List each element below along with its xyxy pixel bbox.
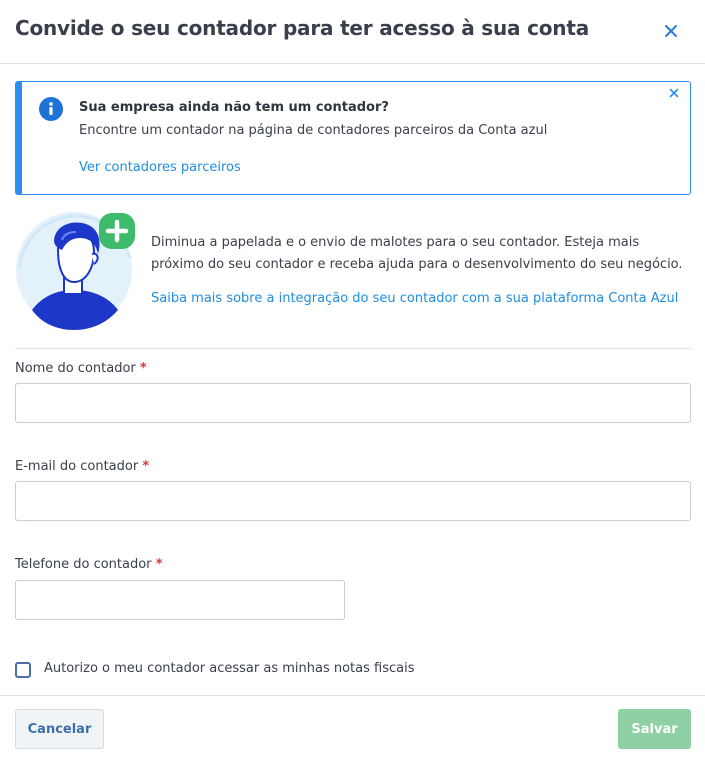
accountant-email-input[interactable] [15, 481, 691, 521]
accountant-name-input[interactable] [15, 383, 691, 423]
invoice-access-checkbox[interactable] [15, 662, 31, 678]
cancel-button[interactable]: Cancelar [15, 709, 104, 749]
dialog-header: Convide o seu contador para ter acesso à… [0, 0, 705, 64]
close-icon[interactable] [660, 20, 682, 42]
accountant-name-label: Nome do contador * [15, 361, 147, 376]
accountant-phone-label: Telefone do contador * [15, 557, 163, 572]
dialog-title: Convide o seu contador para ter acesso à… [15, 16, 590, 40]
alert-text: Encontre um contador na página de contad… [79, 123, 548, 138]
accountant-email-label-text: E-mail do contador [15, 459, 139, 474]
integration-info-link[interactable]: Saiba mais sobre a integração do seu con… [151, 291, 678, 306]
accountant-email-label: E-mail do contador * [15, 459, 149, 474]
alert-title: Sua empresa ainda não tem um contador? [79, 100, 389, 115]
dialog-footer: Cancelar Salvar [0, 695, 705, 759]
invoice-access-label: Autorizo o meu contador acessar as minha… [44, 661, 415, 676]
divider [15, 348, 691, 349]
accountant-phone-label-text: Telefone do contador [15, 557, 152, 572]
partner-accountants-link[interactable]: Ver contadores parceiros [79, 160, 241, 175]
required-marker: * [139, 361, 147, 376]
required-marker: * [142, 459, 150, 474]
alert-close-icon[interactable] [667, 85, 681, 99]
info-alert: Sua empresa ainda não tem um contador? E… [15, 81, 691, 195]
accountant-avatar-illustration [14, 210, 138, 334]
save-button[interactable]: Salvar [618, 709, 691, 749]
intro-text: Diminua a papelada e o envio de malotes … [151, 235, 683, 272]
accountant-phone-input[interactable] [15, 580, 345, 620]
info-icon [39, 97, 63, 121]
accountant-name-label-text: Nome do contador [15, 361, 136, 376]
plus-circle-icon [98, 212, 136, 250]
required-marker: * [155, 557, 163, 572]
